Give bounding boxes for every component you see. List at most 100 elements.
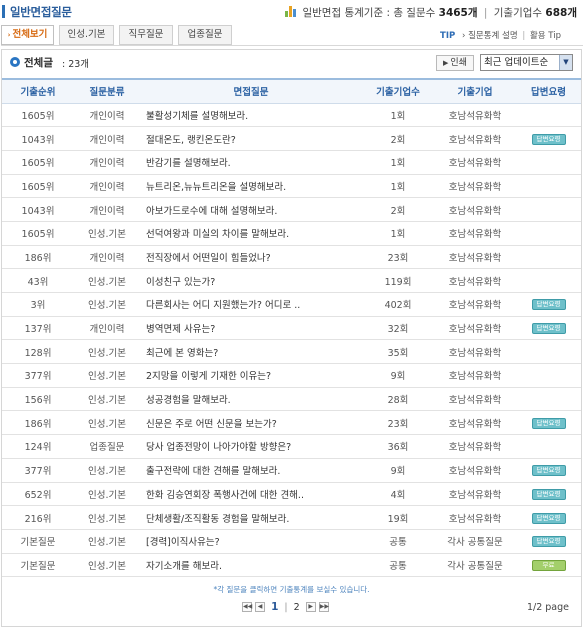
table-row[interactable]: 128위 인성.기본 최근에 본 영화는? 35회 호남석유화학	[2, 340, 581, 364]
answer-tips-cell	[516, 435, 581, 459]
company-cell: 호남석유화학	[448, 252, 502, 264]
question-cell[interactable]: 당사 업종전망이 나아가야할 방향은?	[140, 435, 362, 459]
answer-tips-button[interactable]: 답변요령	[531, 488, 566, 500]
answer-tips-cell: 답변요령	[516, 529, 581, 553]
question-cell[interactable]: 뉴트리온,뉴뉴트리온을 설명해보라.	[140, 174, 362, 198]
header-company-count[interactable]: 기출기업수	[362, 79, 434, 103]
rank-cell: 186위	[24, 252, 52, 264]
table-row[interactable]: 377위 인성.기본 2지망을 이렇게 기재한 이유는? 9회 호남석유화학	[2, 364, 581, 388]
answer-tips-cell	[516, 340, 581, 364]
table-row[interactable]: 기본질문 인성.기본 자기소개를 해보라. 공통 각사 공통질문 무료	[2, 553, 581, 577]
question-cell[interactable]: [경력]이직사유는?	[140, 529, 362, 553]
company-cell: 각사 공통질문	[447, 560, 503, 572]
tab-job[interactable]: 직무질문	[119, 25, 173, 45]
company-cell: 호남석유화학	[448, 371, 502, 383]
table-row[interactable]: 1605위 개인이력 반감기를 설명해보라. 1회 호남석유화학	[2, 150, 581, 175]
company-count-cell: 119회	[384, 276, 412, 288]
answer-tips-button[interactable]: 답변요령	[531, 512, 566, 524]
question-cell[interactable]: 아보가드로수에 대해 설명해보라.	[140, 198, 362, 222]
table-row[interactable]: 1605위 개인이력 뉴트리온,뉴뉴트리온을 설명해보라. 1회 호남석유화학	[2, 174, 581, 198]
print-button[interactable]: ▶ 인쇄	[436, 55, 474, 71]
free-badge[interactable]: 무료	[531, 559, 566, 571]
question-cell[interactable]: 병역면제 사유는?	[140, 316, 362, 340]
usage-tip-link[interactable]: 활용 Tip	[530, 31, 561, 41]
sort-select[interactable]: 최근 업데이트순 ▼	[480, 54, 573, 71]
prev-page-icon[interactable]: ◀	[255, 602, 266, 612]
table-row[interactable]: 3위 인성.기본 다른회사는 어디 지원했는가? 어디로 .. 402회 호남석유화학 답…	[2, 293, 581, 317]
question-cell[interactable]: 반감기를 설명해보라.	[140, 150, 362, 174]
bar-chart-icon	[285, 6, 297, 17]
table-row[interactable]: 1605위 개인이력 불활성기체를 설명해보라. 1회 호남석유화학	[2, 103, 581, 127]
question-cell[interactable]: 선덕여왕과 미실의 차이를 말해보라.	[140, 221, 362, 245]
header-answer-tips[interactable]: 답변요령	[516, 79, 581, 103]
question-cell[interactable]: 절대온도, 랭킨온도란?	[140, 127, 362, 151]
stats-separator: |	[483, 7, 488, 19]
question-cell[interactable]: 이성친구 있는가?	[140, 269, 362, 293]
page-2[interactable]: 2	[294, 602, 300, 613]
company-cell: 호남석유화학	[448, 466, 502, 478]
answer-tips-cell: 답변요령	[516, 458, 581, 482]
question-cell[interactable]: 다른회사는 어디 지원했는가? 어디로 ..	[140, 293, 362, 317]
tab-personality[interactable]: 인성.기본	[59, 25, 114, 45]
table-row[interactable]: 377위 인성.기본 출구전략에 대한 견해를 말해보라. 9회 호남석유화학 답변요령	[2, 458, 581, 482]
question-cell[interactable]: 출구전략에 대한 견해를 말해보라.	[140, 458, 362, 482]
answer-tips-button[interactable]: 답변요령	[531, 133, 566, 145]
company-count-cell: 9회	[390, 466, 406, 478]
question-cell[interactable]: 전직장에서 어떤일이 힘들었나?	[140, 245, 362, 269]
header-company[interactable]: 기출기업	[434, 79, 516, 103]
print-label: 인쇄	[450, 58, 467, 68]
answer-tips-cell: 답변요령	[516, 127, 581, 151]
header-rank[interactable]: 기출순위	[2, 79, 74, 103]
table-row[interactable]: 652위 인성.기본 한화 김승연회장 폭행사건에 대한 견해.. 4회 호남석유화학 답…	[2, 482, 581, 506]
rank-cell: 652위	[24, 489, 52, 501]
table-row[interactable]: 156위 인성.기본 성공경험을 말해보라. 28회 호남석유화학	[2, 387, 581, 411]
answer-tips-button[interactable]: 답변요령	[531, 465, 566, 477]
table-row[interactable]: 1043위 개인이력 아보가드로수에 대해 설명해보라. 2회 호남석유화학	[2, 198, 581, 222]
table-row[interactable]: 186위 개인이력 전직장에서 어떤일이 힘들었나? 23회 호남석유화학	[2, 245, 581, 269]
stats-prefix: 일반면접 통계기준 : 총 질문수	[302, 7, 436, 19]
table-row[interactable]: 기본질문 인성.기본 [경력]이직사유는? 공통 각사 공통질문 답변요령	[2, 529, 581, 554]
company-cell: 호남석유화학	[448, 513, 502, 525]
question-cell[interactable]: 단체생활/조직활동 경험을 말해보라.	[140, 506, 362, 530]
table-row[interactable]: 1043위 개인이력 절대온도, 랭킨온도란? 2회 호남석유화학 답변요령	[2, 127, 581, 151]
page-1[interactable]: 1	[271, 601, 278, 613]
company-count-cell: 35회	[387, 347, 409, 359]
question-cell[interactable]: 불활성기체를 설명해보라.	[140, 103, 362, 127]
tab-arrow-icon: ›	[7, 31, 11, 39]
rank-cell: 156위	[24, 395, 52, 407]
next-page-icon[interactable]: ▶	[305, 602, 316, 612]
table-row[interactable]: 216위 인성.기본 단체생활/조직활동 경험을 말해보라. 19회 호남석유화학 답변요…	[2, 506, 581, 530]
company-count-cell: 1회	[390, 110, 406, 122]
answer-tips-cell	[516, 364, 581, 388]
answer-tips-button[interactable]: 답변요령	[531, 417, 566, 429]
question-cell[interactable]: 2지망을 이렇게 기재한 이유는?	[140, 364, 362, 388]
header-question[interactable]: 면접질문	[140, 79, 362, 103]
answer-tips-button[interactable]: 답변요령	[531, 299, 566, 311]
last-page-icon[interactable]: ▶▶	[318, 602, 329, 612]
table-row[interactable]: 1605위 인성.기본 선덕여왕과 미실의 차이를 말해보라. 1회 호남석유화학	[2, 221, 581, 246]
company-count-cell: 32회	[387, 324, 409, 336]
table-row[interactable]: 124위 업종질문 당사 업종전망이 나아가야할 방향은? 36회 호남석유화학	[2, 435, 581, 459]
rank-cell: 기본질문	[20, 537, 56, 549]
table-row[interactable]: 186위 인성.기본 신문은 주로 어떤 신문을 보는가? 23회 호남석유화학 답변요령	[2, 411, 581, 435]
first-page-icon[interactable]: ◀◀	[242, 602, 252, 612]
question-cell[interactable]: 성공경험을 말해보라.	[140, 387, 362, 411]
company-cell: 호남석유화학	[448, 276, 502, 288]
tab-industry[interactable]: 업종질문	[178, 25, 232, 45]
answer-tips-button[interactable]: 답변요령	[531, 536, 566, 548]
sort-value: 최근 업데이트순	[484, 57, 549, 68]
header-category[interactable]: 질문분류	[74, 79, 140, 103]
question-cell[interactable]: 자기소개를 해보라.	[140, 553, 362, 577]
table-row[interactable]: 43위 인성.기본 이성친구 있는가? 119회 호남석유화학	[2, 269, 581, 293]
tab-all[interactable]: › 전체보기	[1, 25, 54, 45]
table-row[interactable]: 137위 개인이력 병역면제 사유는? 32회 호남석유화학 답변요령	[2, 316, 581, 340]
total-label: 전체글	[24, 57, 53, 69]
company-cell: 호남석유화학	[448, 324, 502, 336]
stats-help-link[interactable]: 질문통계 설명	[468, 31, 518, 41]
question-cell[interactable]: 신문은 주로 어떤 신문을 보는가?	[140, 411, 362, 435]
company-count-cell: 2회	[390, 205, 406, 217]
answer-tips-button[interactable]: 답변요령	[531, 323, 566, 335]
category-cell: 개인이력	[89, 252, 125, 264]
question-cell[interactable]: 한화 김승연회장 폭행사건에 대한 견해..	[140, 482, 362, 506]
question-cell[interactable]: 최근에 본 영화는?	[140, 340, 362, 364]
